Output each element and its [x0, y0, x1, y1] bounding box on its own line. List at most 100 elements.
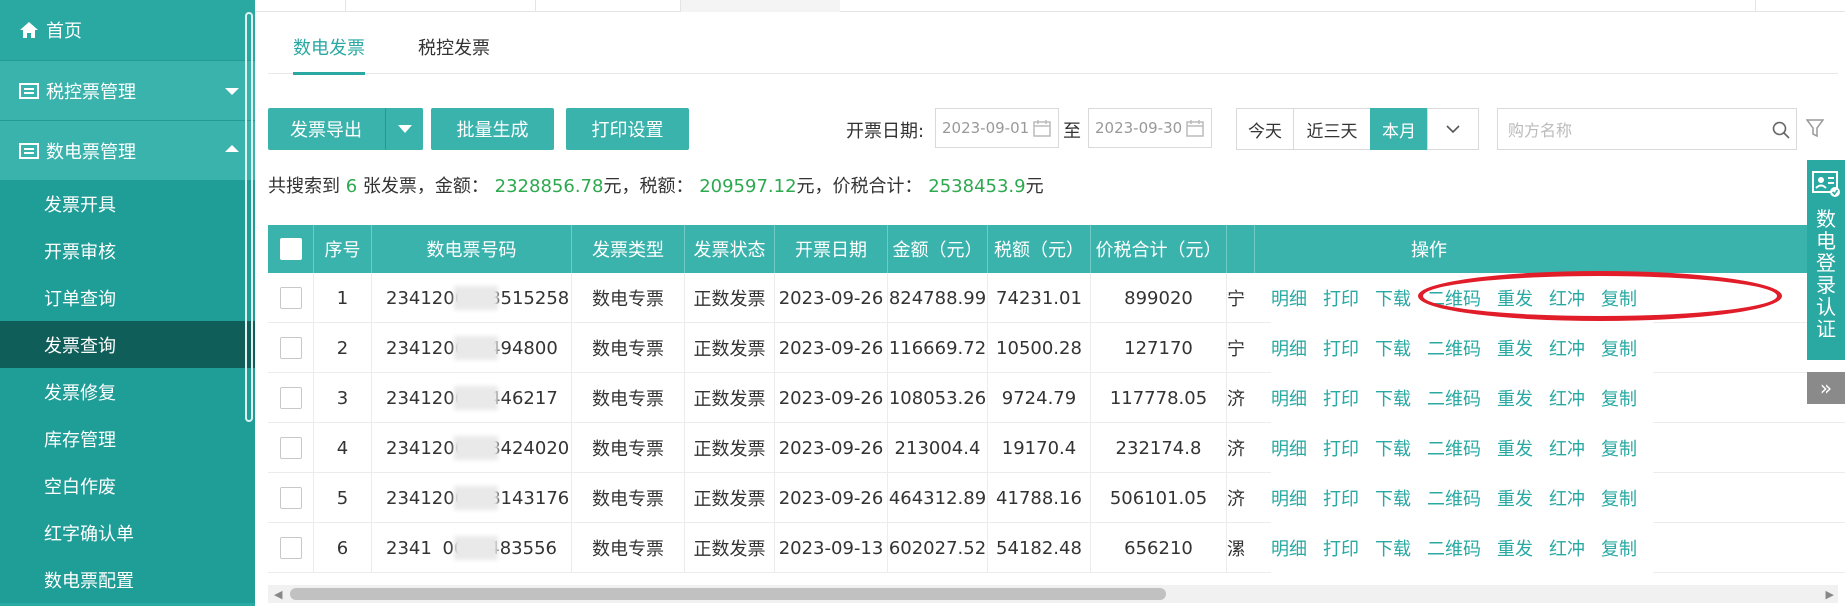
action-link[interactable]: 明细 — [1271, 435, 1307, 461]
action-link[interactable]: 打印 — [1323, 285, 1359, 311]
action-link[interactable]: 下载 — [1375, 435, 1411, 461]
sidebar-group-tax-control[interactable]: 税控票管理 — [0, 60, 255, 120]
action-link[interactable]: 重发 — [1497, 285, 1533, 311]
scroll-right-icon[interactable]: ▶ — [1826, 588, 1834, 601]
action-link[interactable]: 红冲 — [1549, 285, 1585, 311]
action-link[interactable]: 二维码 — [1427, 535, 1481, 561]
table-row[interactable]: 4 234120 0028424020 数电专票 正数发票 2023-09-26 21300… — [268, 423, 1845, 473]
action-link[interactable]: 下载 — [1375, 385, 1411, 411]
row-checkbox[interactable] — [279, 487, 302, 509]
sidebar-group-digital[interactable]: 数电票管理 — [0, 120, 255, 180]
table-horizontal-scrollbar[interactable]: ◀ ▶ — [268, 585, 1838, 603]
action-link[interactable]: 下载 — [1375, 535, 1411, 561]
date-to-field[interactable]: 2023-09-30 — [1088, 108, 1212, 148]
sidebar-item-home[interactable]: 首页 — [0, 0, 255, 60]
row-actions: 明细 打印 下载 二维码 重发 红冲 复制 — [1271, 523, 1653, 573]
action-link[interactable]: 下载 — [1375, 335, 1411, 361]
action-link[interactable]: 复制 — [1601, 335, 1637, 361]
no-cell: 5 — [314, 473, 372, 523]
filter-icon[interactable] — [1806, 118, 1824, 138]
date-to-value: 2023-09-30 — [1095, 119, 1183, 137]
action-link[interactable]: 红冲 — [1549, 335, 1585, 361]
action-link[interactable]: 二维码 — [1427, 435, 1481, 461]
scroll-left-icon[interactable]: ◀ — [274, 588, 282, 601]
action-link[interactable]: 明细 — [1271, 285, 1307, 311]
sidebar-scrollbar[interactable] — [245, 12, 253, 422]
table-row[interactable]: 5 23412 00028143176 数电专票 正数发票 2023-09-26 46431… — [268, 473, 1845, 523]
amount-cell: 213004.4 — [888, 423, 988, 473]
action-link[interactable]: 下载 — [1375, 285, 1411, 311]
action-link[interactable]: 复制 — [1601, 285, 1637, 311]
table-row[interactable]: 3 234120 028446217 数电专票 正数发票 2023-09-26 108053… — [268, 373, 1845, 423]
tab-tax-control-invoice[interactable]: 税控发票 — [418, 34, 490, 72]
table-row[interactable]: 2 234120 028494800 数电专票 正数发票 2023-09-26 116669… — [268, 323, 1845, 373]
action-link[interactable]: 复制 — [1601, 435, 1637, 461]
action-link[interactable]: 重发 — [1497, 535, 1533, 561]
action-link[interactable]: 红冲 — [1549, 535, 1585, 561]
range-dropdown-button[interactable] — [1427, 108, 1479, 150]
action-link[interactable]: 复制 — [1601, 385, 1637, 411]
action-link[interactable]: 红冲 — [1549, 385, 1585, 411]
action-link[interactable]: 明细 — [1271, 335, 1307, 361]
action-link[interactable]: 明细 — [1271, 535, 1307, 561]
action-link[interactable]: 重发 — [1497, 335, 1533, 361]
select-all-checkbox[interactable] — [279, 238, 302, 260]
tax-cell: 74231.01 — [988, 273, 1091, 323]
action-link[interactable]: 二维码 — [1427, 335, 1481, 361]
buyer-search-input[interactable]: 购方名称 — [1497, 108, 1797, 150]
action-link[interactable]: 打印 — [1323, 385, 1359, 411]
sidebar-item-inventory[interactable]: 库存管理 — [0, 415, 255, 462]
digital-login-panel[interactable]: 数电登录认证 — [1807, 160, 1845, 360]
action-link[interactable]: 打印 — [1323, 485, 1359, 511]
sidebar-item-repair[interactable]: 发票修复 — [0, 368, 255, 415]
action-link[interactable]: 二维码 — [1427, 485, 1481, 511]
action-link[interactable]: 红冲 — [1549, 485, 1585, 511]
action-link[interactable]: 明细 — [1271, 485, 1307, 511]
redacted-block — [454, 436, 498, 460]
action-link[interactable]: 复制 — [1601, 535, 1637, 561]
tab-digital-invoice[interactable]: 数电发票 — [293, 34, 365, 75]
panel-collapse-button[interactable]: » — [1807, 372, 1845, 404]
total-cell: 506101.05 — [1091, 473, 1227, 523]
header-select-all[interactable] — [268, 225, 314, 273]
buyer-cell: 济 — [1227, 389, 1245, 410]
strip-tab[interactable] — [680, 0, 840, 12]
scroll-thumb[interactable] — [290, 588, 1166, 600]
sidebar-item-orders[interactable]: 订单查询 — [0, 274, 255, 321]
row-checkbox[interactable] — [279, 387, 302, 409]
sidebar-item-review[interactable]: 开票审核 — [0, 227, 255, 274]
sidebar-item-void-blank[interactable]: 空白作废 — [0, 462, 255, 509]
sidebar-item-issue[interactable]: 发票开具 — [0, 180, 255, 227]
action-link[interactable]: 打印 — [1323, 335, 1359, 361]
export-dropdown-button[interactable] — [385, 108, 423, 150]
date-from-field[interactable]: 2023-09-01 — [935, 108, 1059, 148]
action-link[interactable]: 重发 — [1497, 385, 1533, 411]
sidebar-item-red-confirm[interactable]: 红字确认单 — [0, 509, 255, 556]
action-link[interactable]: 明细 — [1271, 385, 1307, 411]
action-link[interactable]: 下载 — [1375, 485, 1411, 511]
action-link[interactable]: 二维码 — [1427, 285, 1481, 311]
search-icon[interactable] — [1772, 121, 1790, 139]
sidebar-item-invoice-query[interactable]: 发票查询 — [0, 321, 255, 368]
table-row[interactable]: 1 2341200 028515258 数电专票 正数发票 2023-09-26 82478… — [268, 273, 1845, 323]
action-link[interactable]: 打印 — [1323, 435, 1359, 461]
tax-cell: 41788.16 — [988, 473, 1091, 523]
sidebar-item-config[interactable]: 数电票配置 — [0, 556, 255, 603]
table-row[interactable]: 6 2341 0021483556 数电专票 正数发票 2023-09-13 602027.… — [268, 523, 1845, 573]
action-link[interactable]: 二维码 — [1427, 385, 1481, 411]
action-link[interactable]: 复制 — [1601, 485, 1637, 511]
range-month-button[interactable]: 本月 — [1370, 108, 1428, 150]
action-link[interactable]: 红冲 — [1549, 435, 1585, 461]
batch-generate-button[interactable]: 批量生成 — [431, 108, 554, 150]
range-3days-button[interactable]: 近三天 — [1293, 108, 1371, 150]
print-settings-button[interactable]: 打印设置 — [566, 108, 689, 150]
action-link[interactable]: 打印 — [1323, 535, 1359, 561]
row-checkbox[interactable] — [279, 337, 302, 359]
row-checkbox[interactable] — [279, 287, 302, 309]
range-today-button[interactable]: 今天 — [1236, 108, 1294, 150]
action-link[interactable]: 重发 — [1497, 435, 1533, 461]
row-checkbox[interactable] — [279, 437, 302, 459]
amount-cell: 824788.99 — [888, 273, 988, 323]
row-checkbox[interactable] — [279, 537, 302, 559]
action-link[interactable]: 重发 — [1497, 485, 1533, 511]
